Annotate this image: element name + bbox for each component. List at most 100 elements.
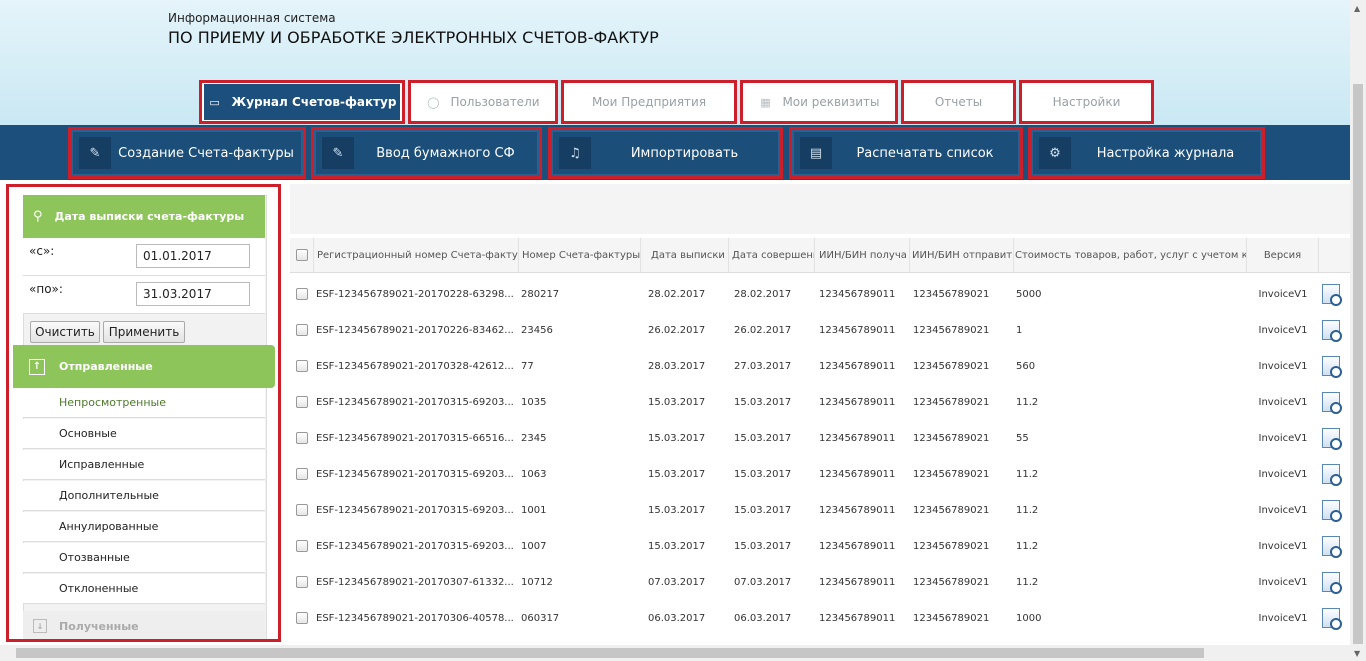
received-group-header[interactable]: ↓ Полученные — [23, 611, 265, 639]
print-list-button[interactable]: ▤ Распечатать список — [789, 127, 1023, 179]
view-document-cell — [1322, 276, 1342, 312]
table-cell: InvoiceV1 — [1258, 288, 1308, 300]
scroll-up-icon[interactable]: ▲ — [1354, 4, 1360, 13]
table-icon: ▦ — [760, 95, 771, 109]
row-checkbox[interactable] — [296, 360, 308, 372]
view-document-icon[interactable] — [1322, 356, 1342, 378]
row-checkbox-cell — [296, 456, 310, 492]
row-checkbox[interactable] — [296, 324, 308, 336]
view-document-icon[interactable] — [1322, 500, 1342, 522]
button-label: Ввод бумажного СФ — [376, 145, 515, 161]
view-document-icon[interactable] — [1322, 284, 1342, 306]
sidebar-item-unviewed[interactable]: Непросмотренные — [23, 388, 265, 418]
table-cell: InvoiceV1 — [1258, 504, 1308, 516]
apply-button[interactable]: Применить — [103, 321, 185, 343]
tab-invoice-journal[interactable]: ▭ Журнал Счетов-фактур — [199, 80, 405, 124]
column-header[interactable]: Дата выписки — [641, 238, 729, 272]
tab-reports[interactable]: Отчеты — [901, 80, 1016, 124]
table-row[interactable]: ESF-123456789021-20170226-83462... 23456 2… — [290, 312, 1350, 348]
vertical-scrollbar[interactable]: ▲ ▼ — [1350, 0, 1366, 661]
paper-invoice-button[interactable]: ✎ Ввод бумажного СФ — [311, 127, 542, 179]
vertical-scroll-thumb[interactable] — [1353, 84, 1363, 644]
date-from-input[interactable]: 01.01.2017 — [136, 244, 250, 268]
sidebar-item-additional[interactable]: Дополнительные — [23, 481, 265, 511]
table-row[interactable]: ESF-123456789021-20170315-69203... 1007 15… — [290, 528, 1350, 564]
row-checkbox[interactable] — [296, 612, 308, 624]
tab-label: Журнал Счетов-фактур — [231, 95, 397, 109]
table-row[interactable]: ESF-123456789021-20170228-63298... 280217… — [290, 276, 1350, 312]
column-header[interactable]: ИИН/БИН получа — [815, 238, 910, 272]
table-cell: InvoiceV1 — [1258, 432, 1308, 444]
table-row[interactable]: ESF-123456789021-20170315-69203... 1063 15… — [290, 456, 1350, 492]
horizontal-scroll-thumb[interactable] — [16, 648, 1204, 658]
scroll-down-icon[interactable]: ▼ — [1354, 649, 1360, 658]
table-row[interactable]: ESF-123456789021-20170315-69203... 1001 15… — [290, 492, 1350, 528]
table-cell: InvoiceV1 — [1258, 540, 1308, 552]
view-document-icon[interactable] — [1322, 320, 1342, 342]
view-document-icon[interactable] — [1322, 536, 1342, 558]
clear-button[interactable]: Очистить — [30, 321, 100, 343]
date-to-input[interactable]: 31.03.2017 — [136, 282, 250, 306]
column-header[interactable]: ИИН/БИН отправит — [910, 238, 1014, 272]
import-button[interactable]: ♫ Импортировать — [548, 127, 783, 179]
table-cell: 15.03.2017 — [648, 540, 706, 552]
view-document-icon[interactable] — [1322, 572, 1342, 594]
view-document-icon[interactable] — [1322, 392, 1342, 414]
gear-icon: ⚙ — [1039, 137, 1071, 169]
journal-settings-button[interactable]: ⚙ Настройка журнала — [1028, 127, 1265, 179]
column-header[interactable]: Стоимость товаров, работ, услуг с учетом… — [1014, 238, 1247, 272]
row-checkbox[interactable] — [296, 540, 308, 552]
table-cell: 77 — [521, 360, 534, 372]
column-header[interactable]: Номер Счета-фактуры — [519, 238, 641, 272]
row-checkbox[interactable] — [296, 396, 308, 408]
table-row[interactable]: ESF-123456789021-20170307-61332... 10712 0… — [290, 564, 1350, 600]
sidebar-item-revoked[interactable]: Отозванные — [23, 543, 265, 573]
tab-users[interactable]: ◯ Пользователи — [408, 80, 558, 124]
create-invoice-button[interactable]: ✎ Создание Счета-фактуры — [68, 127, 306, 179]
view-document-icon[interactable] — [1322, 428, 1342, 450]
table-cell: 123456789021 — [913, 396, 990, 408]
table-cell: 07.03.2017 — [648, 576, 706, 588]
table-row[interactable]: ESF-123456789021-20170315-66516... 2345 15… — [290, 420, 1350, 456]
tab-label: Отчеты — [934, 95, 983, 109]
column-header[interactable]: Регистрационный номер Счета-фактур — [314, 238, 519, 272]
table-row[interactable]: ESF-123456789021-20170315-69203... 1035 15… — [290, 384, 1350, 420]
row-checkbox[interactable] — [296, 432, 308, 444]
column-header[interactable]: Версия — [1247, 238, 1319, 272]
column-header[interactable]: Дата совершени — [729, 238, 815, 272]
date-filter-header[interactable]: ⚲ Дата выписки счета-фактуры — [23, 195, 265, 238]
view-document-cell — [1322, 312, 1342, 348]
select-all-checkbox[interactable] — [295, 249, 308, 261]
view-document-icon[interactable] — [1322, 608, 1342, 630]
sidebar-item-main[interactable]: Основные — [23, 419, 265, 449]
row-checkbox[interactable] — [296, 504, 308, 516]
table-cell: 123456789021 — [913, 288, 990, 300]
table-cell: 123456789011 — [819, 288, 896, 300]
table-cell: 15.03.2017 — [734, 468, 792, 480]
download-icon: ↓ — [33, 619, 47, 633]
print-icon: ▤ — [800, 137, 832, 169]
row-checkbox[interactable] — [296, 576, 308, 588]
sidebar-item-cancelled[interactable]: Аннулированные — [23, 512, 265, 542]
tab-settings[interactable]: Настройки — [1019, 80, 1154, 124]
table-cell: ESF-123456789021-20170307-61332... — [316, 576, 514, 588]
row-checkbox[interactable] — [296, 468, 308, 480]
sidebar-item-rejected[interactable]: Отклоненные — [23, 574, 265, 604]
row-checkbox-cell — [296, 384, 310, 420]
tab-my-companies[interactable]: Мои Предприятия — [561, 80, 737, 124]
sent-group-header[interactable]: ↑ Отправленные — [13, 345, 275, 388]
table-cell: 123456789011 — [819, 432, 896, 444]
sidebar-item-corrected[interactable]: Исправленные — [23, 450, 265, 480]
row-checkbox-cell — [296, 348, 310, 384]
tab-my-details[interactable]: ▦ Мои реквизиты — [740, 80, 898, 124]
horizontal-scrollbar[interactable] — [0, 645, 1350, 661]
table-cell: ESF-123456789021-20170328-42612... — [316, 360, 514, 372]
view-document-cell — [1322, 456, 1342, 492]
table-cell: 123456789011 — [819, 504, 896, 516]
table-row[interactable]: ESF-123456789021-20170306-40578... 060317… — [290, 600, 1350, 636]
table-cell: 1 — [1016, 324, 1023, 336]
table-row[interactable]: ESF-123456789021-20170328-42612... 77 28.0… — [290, 348, 1350, 384]
row-checkbox[interactable] — [296, 288, 308, 300]
view-document-icon[interactable] — [1322, 464, 1342, 486]
table-cell: 06.03.2017 — [734, 612, 792, 624]
